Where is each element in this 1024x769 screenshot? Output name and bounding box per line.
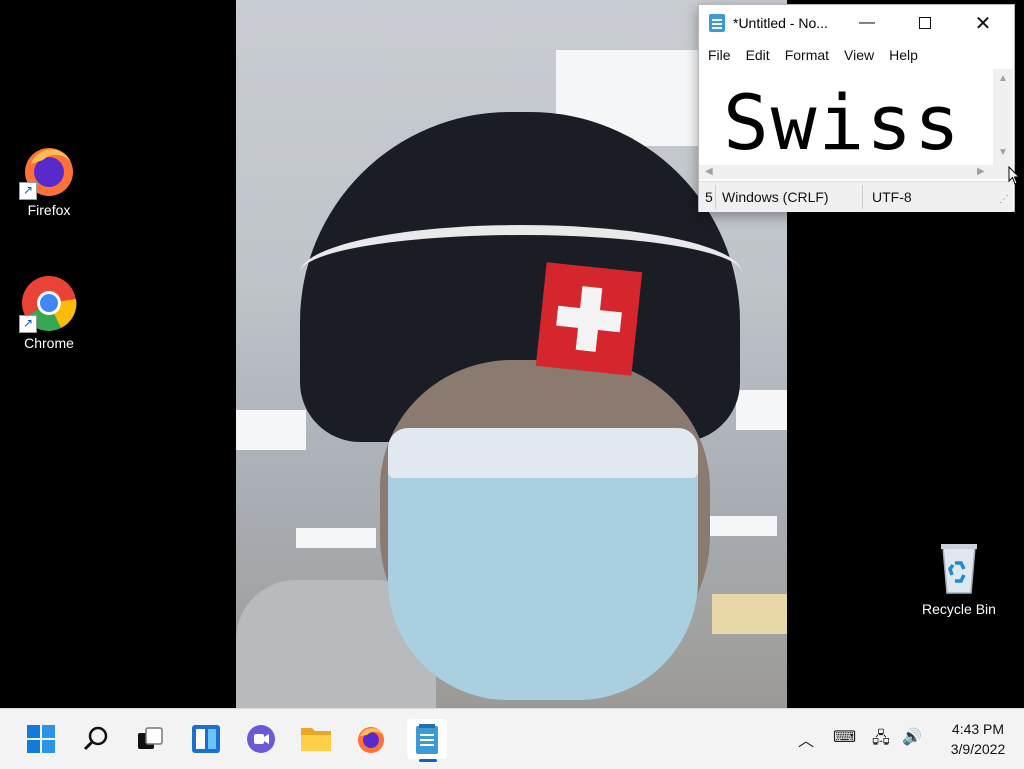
menu-edit[interactable]: Edit: [746, 47, 770, 63]
title-bar[interactable]: *Untitled - No... — ✕: [699, 5, 1014, 41]
active-app-indicator: [419, 759, 437, 762]
scroll-up-icon[interactable]: ▲: [998, 73, 1008, 84]
file-explorer-icon[interactable]: [296, 719, 336, 759]
desktop-icon-label: Chrome: [24, 335, 74, 351]
desktop-icon-firefox[interactable]: ↗ Firefox: [4, 142, 94, 218]
scroll-down-icon[interactable]: ▼: [998, 147, 1008, 158]
notepad-window[interactable]: *Untitled - No... — ✕ File Edit Format V…: [698, 4, 1015, 212]
minimize-button[interactable]: —: [844, 5, 890, 41]
search-icon[interactable]: [76, 719, 116, 759]
notepad-icon: [709, 14, 725, 32]
menu-format[interactable]: Format: [785, 47, 829, 63]
status-position: 5: [705, 189, 713, 205]
volume-icon[interactable]: 🔊: [902, 727, 922, 747]
show-hidden-icons-icon[interactable]: ︿: [798, 727, 814, 751]
editor-text: Swiss: [723, 78, 962, 165]
widgets-icon[interactable]: [186, 719, 226, 759]
firefox-icon: ↗: [19, 142, 77, 200]
scroll-right-icon[interactable]: ▶: [977, 166, 985, 177]
recycle-bin-icon: [931, 541, 987, 597]
swiss-flag: [535, 262, 643, 376]
desktop-icon-label: Recycle Bin: [922, 601, 996, 617]
keyboard-icon[interactable]: ⌨: [833, 727, 856, 747]
network-icon[interactable]: 🖧: [872, 727, 890, 754]
status-encoding: UTF-8: [872, 189, 912, 205]
clock-time: 4:43 PM: [951, 721, 1005, 737]
scroll-left-icon[interactable]: ◀: [705, 166, 713, 177]
start-icon[interactable]: [21, 719, 61, 759]
chrome-icon: ↗: [19, 275, 77, 333]
horizontal-scrollbar[interactable]: ◀ ▶: [699, 165, 993, 179]
resize-grip-icon[interactable]: ⋰: [999, 194, 1009, 205]
desktop-icon-chrome[interactable]: ↗ Chrome: [4, 275, 94, 351]
clock-date: 3/9/2022: [950, 741, 1006, 757]
status-bar: 5 Windows (CRLF) UTF-8 ⋰: [699, 181, 1013, 212]
task-view-icon[interactable]: [130, 719, 170, 759]
maximize-button[interactable]: [902, 5, 948, 41]
clock[interactable]: 4:43 PM 3/9/2022: [940, 719, 1016, 759]
menu-file[interactable]: File: [708, 47, 731, 63]
close-button[interactable]: ✕: [960, 5, 1006, 41]
menu-help[interactable]: Help: [889, 47, 918, 63]
menu-bar: File Edit Format View Help: [699, 41, 1014, 69]
chat-icon[interactable]: [241, 719, 281, 759]
status-line-ending: Windows (CRLF): [722, 189, 829, 205]
desktop-icon-label: Firefox: [27, 202, 71, 218]
firefox-icon[interactable]: [351, 719, 391, 759]
menu-view[interactable]: View: [844, 47, 874, 63]
window-title: *Untitled - No...: [733, 15, 828, 31]
text-editor[interactable]: Swiss: [699, 69, 993, 165]
desktop: ↗ Firefox ↗ Chrome Recycle Bin *Untitled…: [0, 0, 1024, 708]
vertical-scrollbar[interactable]: ▲ ▼: [993, 69, 1013, 165]
notepad-taskbar-icon[interactable]: [407, 719, 447, 759]
taskbar: ︿ ⌨ 🖧 🔊 4:43 PM 3/9/2022: [0, 708, 1024, 769]
desktop-icon-recycle-bin[interactable]: Recycle Bin: [914, 541, 1004, 617]
mouse-cursor-icon: [1008, 166, 1020, 185]
